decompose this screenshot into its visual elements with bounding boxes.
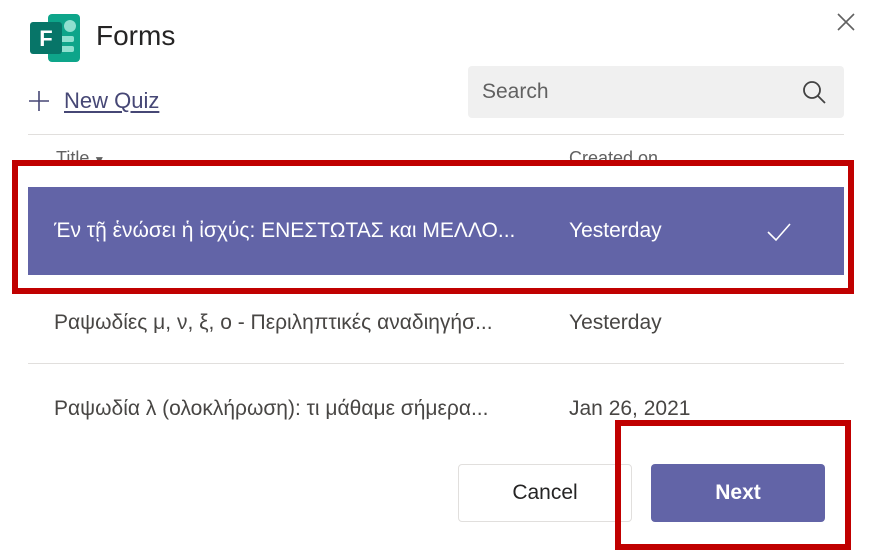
row-title: Ραψωδίες μ, ν, ξ, ο - Περιληπτικές αναδι… [54, 279, 559, 367]
divider [28, 134, 844, 135]
cancel-button[interactable]: Cancel [458, 464, 632, 522]
table-row[interactable]: Ραψωδίες μ, ν, ξ, ο - Περιληπτικές αναδι… [28, 279, 844, 367]
column-header-created[interactable]: Created on [569, 148, 658, 169]
close-icon [837, 13, 855, 31]
divider [28, 363, 844, 364]
row-title: Έν τῇ ἑνώσει ἡ ἰσχύς: ΕΝΕΣΤΩΤΑΣ και ΜΕΛΛ… [54, 187, 559, 275]
table-row[interactable]: Έν τῇ ἑνώσει ἡ ἰσχύς: ΕΝΕΣΤΩΤΑΣ και ΜΕΛΛ… [28, 187, 844, 275]
plus-icon [29, 91, 49, 111]
checkmark-icon [767, 223, 791, 242]
svg-text:F: F [39, 26, 52, 51]
row-created-date: Yesterday [569, 311, 662, 334]
row-title-text: Ραψωδίες μ, ν, ξ, ο - Περιληπτικές αναδι… [54, 311, 493, 334]
close-button[interactable] [834, 10, 858, 34]
row-title-text: Έν τῇ ἑνώσει ἡ ἰσχύς: ΕΝΕΣΤΩΤΑΣ και ΜΕΛΛ… [54, 219, 516, 242]
app-title: Forms [96, 20, 176, 51]
forms-logo-icon: F [28, 10, 84, 66]
new-quiz-button[interactable]: New Quiz [28, 86, 159, 116]
new-quiz-label: New Quiz [64, 88, 160, 113]
search-icon[interactable] [801, 79, 827, 105]
next-button[interactable]: Next [651, 464, 825, 522]
column-header-title[interactable]: Title ▼ [56, 148, 105, 169]
row-created-date: Yesterday [569, 219, 662, 242]
search-input[interactable] [468, 66, 788, 118]
row-created-date: Jan 26, 2021 [569, 397, 691, 420]
search-box[interactable] [468, 66, 844, 118]
column-header-title-label: Title [56, 148, 90, 168]
row-title: Ραψωδία λ (ολοκλήρωση): τι μάθαμε σήμερα… [54, 365, 559, 453]
sort-down-icon: ▼ [93, 153, 106, 167]
table-row[interactable]: Ραψωδία λ (ολοκλήρωση): τι μάθαμε σήμερα… [28, 365, 844, 453]
row-title-text: Ραψωδία λ (ολοκλήρωση): τι μάθαμε σήμερα… [54, 397, 489, 420]
